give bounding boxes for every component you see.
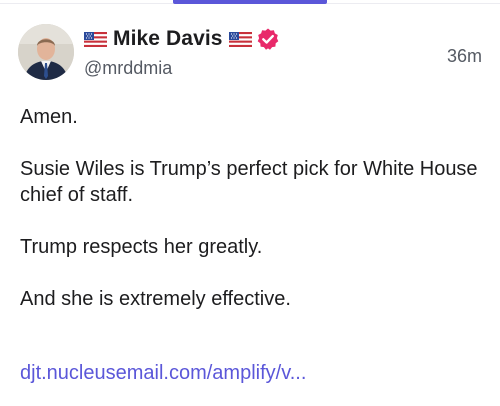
post-paragraph: Trump respects her greatly. [20, 236, 263, 258]
post-paragraph: Amen. [20, 106, 78, 128]
author-display-name[interactable]: Mike Davis [113, 27, 223, 51]
avatar[interactable] [18, 24, 74, 80]
author-name-row: Mike Davis [84, 26, 280, 52]
us-flag-icon [228, 31, 252, 47]
verified-badge-icon [256, 27, 280, 51]
post-timestamp[interactable]: 36m [447, 46, 482, 67]
post-paragraph: Susie Wiles is Trump’s perfect pick for … [20, 158, 478, 206]
post-paragraph: And she is extremely effective. [20, 288, 291, 310]
post-body: Amen. Susie Wiles is Trump’s perfect pic… [20, 104, 480, 338]
active-tab-indicator [173, 0, 327, 4]
post-header: Mike Davis @mrddmia 36m [18, 24, 482, 84]
post-link[interactable]: djt.nucleusemail.com/amplify/v... [20, 360, 306, 386]
us-flag-icon [84, 31, 107, 47]
author-handle[interactable]: @mrddmia [84, 58, 172, 79]
